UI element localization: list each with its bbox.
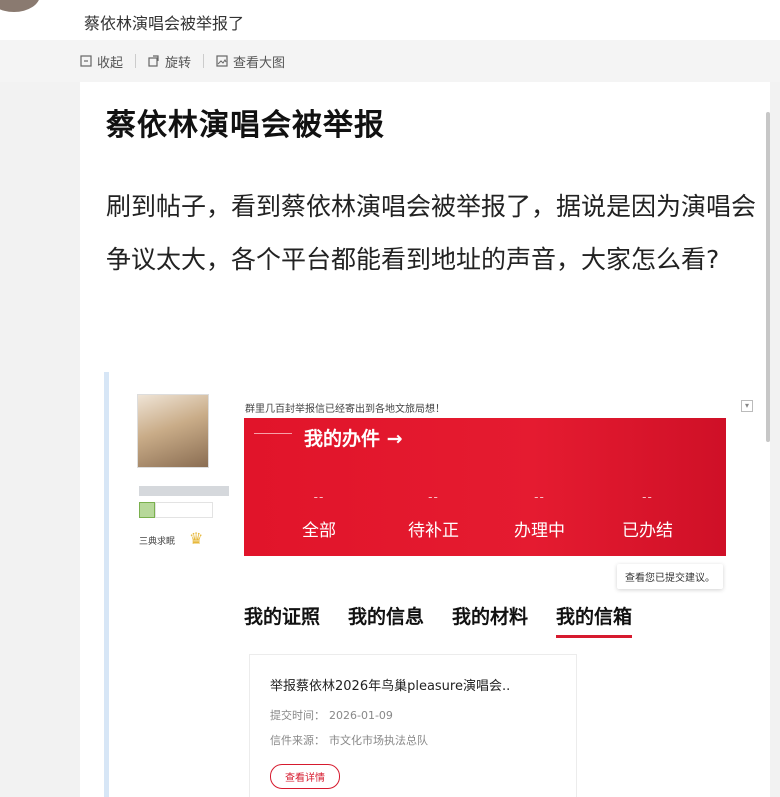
article-headline: 蔡依林演唱会被举报 — [106, 108, 385, 143]
image-content: 蔡依林演唱会被举报 刷到帖子，看到蔡依林演唱会被举报了，据说是因为演唱会争议太大… — [80, 82, 770, 797]
rotate-icon — [148, 55, 159, 67]
stat-all[interactable]: -- 全部 — [302, 490, 336, 541]
stat-completed[interactable]: -- 已办结 — [622, 490, 673, 541]
collapse-button[interactable]: 收起 — [0, 52, 135, 71]
rank-label: 三典求眠 — [139, 537, 176, 547]
decor-line — [254, 433, 292, 434]
my-cases-card[interactable]: 我的办件 → -- 全部 -- 待补正 -- 办理中 -- 已办结 — [244, 418, 726, 556]
stat-in-progress[interactable]: -- 办理中 — [514, 490, 565, 541]
source-value: 市文化市场执法总队 — [329, 734, 428, 747]
tooltip: 查看您已提交建议。 — [617, 564, 723, 589]
letter-card[interactable]: 举报蔡依林2026年鸟巢pleasure演唱会.. 提交时间： 2026-01-0… — [249, 654, 577, 797]
tab-my-materials[interactable]: 我的材料 — [452, 602, 528, 638]
collapse-label: 收起 — [97, 55, 124, 71]
image-toolbar: 收起 旋转 查看大图 — [0, 40, 780, 82]
my-cases-title[interactable]: 我的办件 → — [304, 424, 403, 451]
dropdown-button[interactable]: ▾ — [741, 400, 753, 412]
post-title: 蔡依林演唱会被举报了 — [84, 14, 245, 33]
tab-my-info[interactable]: 我的信息 — [348, 602, 424, 638]
tab-my-mailbox[interactable]: 我的信箱 — [556, 602, 633, 638]
stat-label: 已办结 — [622, 521, 673, 541]
stat-value: -- — [534, 490, 545, 504]
stat-value: -- — [642, 490, 653, 504]
stat-label: 办理中 — [514, 521, 565, 541]
source-label: 信件来源： — [270, 734, 325, 747]
rotate-button[interactable]: 旋转 — [136, 52, 203, 71]
submit-time-label: 提交时间： — [270, 709, 325, 722]
letter-source: 信件来源： 市文化市场执法总队 — [270, 732, 428, 748]
tab-bar: 我的证照 我的信息 我的材料 我的信箱 — [244, 602, 633, 638]
rotate-label: 旋转 — [165, 55, 192, 71]
blurred-field — [155, 502, 213, 518]
view-large-label: 查看大图 — [233, 55, 286, 71]
stat-pending-correction[interactable]: -- 待补正 — [408, 490, 459, 541]
stat-value: -- — [428, 490, 439, 504]
view-large-button[interactable]: 查看大图 — [204, 52, 297, 71]
user-portrait — [137, 394, 209, 468]
letter-title[interactable]: 举报蔡依林2026年鸟巢pleasure演唱会.. — [270, 675, 510, 694]
article-body: 刷到帖子，看到蔡依林演唱会被举报了，据说是因为演唱会争议太大，各个平台都能看到地… — [106, 192, 757, 274]
post-header: 蔡依林演唱会被举报了 — [0, 0, 780, 40]
submit-time-value: 2026-01-09 — [329, 709, 393, 722]
stat-label: 待补正 — [408, 521, 459, 541]
view-detail-button[interactable]: 查看详情 — [270, 764, 340, 789]
stat-label: 全部 — [302, 521, 336, 541]
stat-value: -- — [313, 490, 325, 504]
submit-time: 提交时间： 2026-01-09 — [270, 707, 393, 723]
blurred-username — [139, 486, 229, 496]
avatar[interactable] — [0, 0, 40, 12]
notice-text: 群里几百封举报信已经寄出到各地文旅局想！ — [245, 404, 445, 415]
embedded-screenshot: 三典求眠 ♛ 群里几百封举报信已经寄出到各地文旅局想！ ▾ 我的办件 → -- … — [104, 372, 759, 797]
scrollbar[interactable] — [766, 112, 770, 442]
crown-icon: ♛ — [189, 529, 204, 548]
tab-my-certificates[interactable]: 我的证照 — [244, 602, 320, 638]
collapse-icon — [80, 55, 92, 67]
image-icon — [216, 55, 228, 67]
level-badge — [139, 502, 155, 518]
